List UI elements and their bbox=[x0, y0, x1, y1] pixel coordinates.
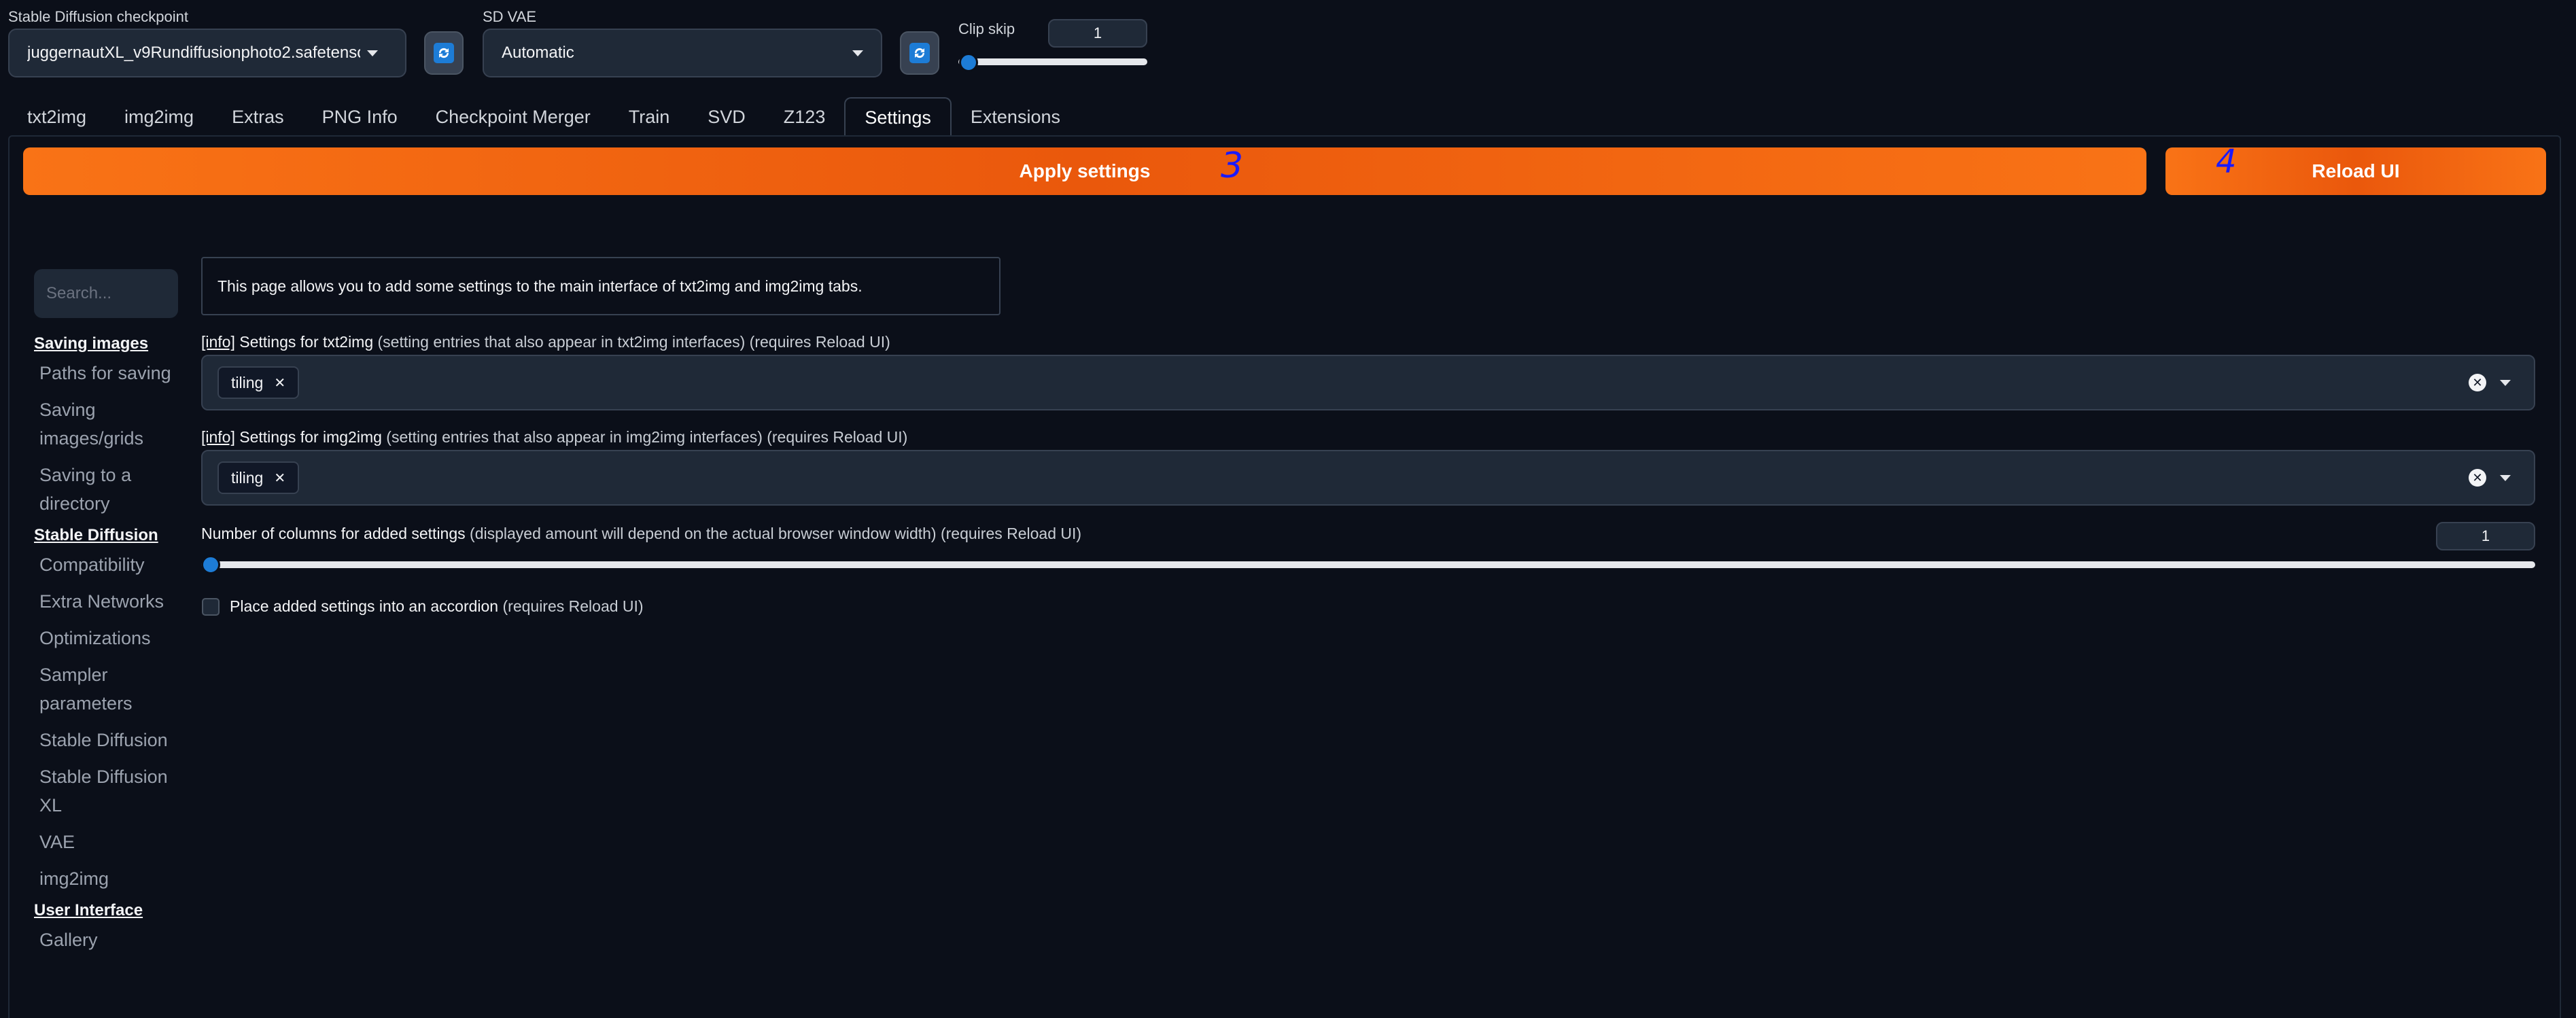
chevron-down-icon[interactable] bbox=[2500, 379, 2511, 386]
info-link[interactable]: [info] bbox=[201, 428, 235, 446]
tab-extensions[interactable]: Extensions bbox=[952, 97, 1079, 137]
columns-slider-track[interactable] bbox=[201, 561, 2535, 568]
txt2img-label-text: Settings for txt2img bbox=[239, 333, 374, 351]
chevron-down-icon bbox=[852, 50, 863, 56]
tab-z123[interactable]: Z123 bbox=[765, 97, 845, 137]
img2img-label-text: Settings for img2img bbox=[239, 428, 382, 446]
accordion-setting-label: Place added settings into an accordion (… bbox=[230, 597, 644, 616]
sidebar-item-compatibility[interactable]: Compatibility bbox=[34, 550, 184, 579]
sidebar-item-sampler-parameters[interactable]: Sampler parameters bbox=[34, 661, 184, 718]
vae-label: SD VAE bbox=[483, 8, 537, 25]
tab-extras[interactable]: Extras bbox=[213, 97, 303, 137]
settings-search-input[interactable]: Search... bbox=[34, 269, 178, 318]
clip-skip-slider-track[interactable] bbox=[958, 58, 1147, 65]
sidebar-section-user-interface[interactable]: User Interface bbox=[34, 901, 184, 920]
tab-svd[interactable]: SVD bbox=[689, 97, 765, 137]
sidebar-item-img2img[interactable]: img2img bbox=[34, 864, 184, 893]
accordion-checkbox[interactable] bbox=[202, 598, 220, 616]
remove-chip-icon[interactable]: ✕ bbox=[274, 374, 285, 391]
accordion-hint: (requires Reload UI) bbox=[502, 597, 644, 615]
columns-label-text: Number of columns for added settings bbox=[201, 525, 466, 542]
sidebar-item-stable-diffusion[interactable]: Stable Diffusion bbox=[34, 726, 184, 754]
img2img-settings-label: [info] Settings for img2img (setting ent… bbox=[201, 428, 907, 446]
sidebar-item-saving-to-a-directory[interactable]: Saving to a directory bbox=[34, 461, 184, 518]
settings-info-box: This page allows you to add some setting… bbox=[201, 257, 1000, 315]
txt2img-settings-multiselect[interactable]: tiling ✕ ✕ bbox=[201, 355, 2535, 410]
tab-settings[interactable]: Settings bbox=[844, 97, 952, 137]
accordion-label-text: Place added settings into an accordion bbox=[230, 597, 499, 615]
clip-skip-label: Clip skip bbox=[958, 20, 1015, 37]
sidebar-item-saving-images-grids[interactable]: Saving images/grids bbox=[34, 396, 184, 453]
tab-train[interactable]: Train bbox=[610, 97, 689, 137]
tab-bar: txt2img img2img Extras PNG Info Checkpoint M… bbox=[8, 97, 1079, 137]
txt2img-hint: (setting entries that also appear in txt… bbox=[377, 333, 890, 351]
settings-sidebar: Saving images Paths for saving Saving imag… bbox=[34, 334, 184, 962]
vae-value: Automatic bbox=[502, 43, 574, 62]
chip-label: tiling bbox=[231, 468, 264, 487]
remove-chip-icon[interactable]: ✕ bbox=[274, 470, 285, 487]
chevron-down-icon bbox=[367, 50, 378, 56]
chip-label: tiling bbox=[231, 373, 264, 391]
refresh-icon bbox=[909, 43, 930, 63]
tab-img2img[interactable]: img2img bbox=[105, 97, 213, 137]
clear-icon[interactable]: ✕ bbox=[2469, 374, 2486, 391]
checkpoint-label: Stable Diffusion checkpoint bbox=[8, 8, 188, 25]
apply-settings-button[interactable]: Apply settings bbox=[23, 147, 2146, 195]
columns-slider-thumb[interactable] bbox=[201, 555, 220, 574]
clip-skip-input[interactable]: 1 bbox=[1048, 19, 1147, 48]
info-link[interactable]: [info] bbox=[201, 333, 235, 351]
img2img-hint: (setting entries that also appear in img… bbox=[386, 428, 908, 446]
tab-txt2img[interactable]: txt2img bbox=[8, 97, 105, 137]
chevron-down-icon[interactable] bbox=[2500, 474, 2511, 481]
tab-checkpoint-merger[interactable]: Checkpoint Merger bbox=[417, 97, 610, 137]
tab-png-info[interactable]: PNG Info bbox=[303, 97, 417, 137]
refresh-vae-button[interactable] bbox=[900, 31, 939, 75]
clip-skip-slider-thumb[interactable] bbox=[959, 53, 978, 72]
chip-tiling: tiling ✕ bbox=[217, 366, 300, 399]
sidebar-section-stable-diffusion[interactable]: Stable Diffusion bbox=[34, 526, 184, 545]
sidebar-item-extra-networks[interactable]: Extra Networks bbox=[34, 587, 184, 616]
clear-icon[interactable]: ✕ bbox=[2469, 469, 2486, 487]
columns-hint: (displayed amount will depend on the act… bbox=[470, 525, 1082, 542]
sidebar-section-saving-images[interactable]: Saving images bbox=[34, 334, 184, 353]
sidebar-item-vae[interactable]: VAE bbox=[34, 828, 184, 856]
annotation-4: 4 bbox=[2216, 143, 2237, 181]
annotation-3: 3 bbox=[1221, 145, 1244, 186]
checkpoint-value: juggernautXL_v9Rundiffusionphoto2.safete… bbox=[27, 43, 360, 62]
sidebar-item-paths-for-saving[interactable]: Paths for saving bbox=[34, 359, 184, 387]
columns-number-input[interactable]: 1 bbox=[2436, 522, 2535, 550]
refresh-icon bbox=[434, 43, 454, 63]
vae-dropdown[interactable]: Automatic bbox=[483, 29, 882, 77]
txt2img-settings-label: [info] Settings for txt2img (setting ent… bbox=[201, 333, 890, 351]
img2img-settings-multiselect[interactable]: tiling ✕ ✕ bbox=[201, 450, 2535, 506]
refresh-checkpoint-button[interactable] bbox=[424, 31, 464, 75]
sidebar-item-gallery[interactable]: Gallery bbox=[34, 926, 184, 954]
sidebar-item-optimizations[interactable]: Optimizations bbox=[34, 624, 184, 652]
columns-setting-label: Number of columns for added settings (di… bbox=[201, 525, 1081, 543]
chip-tiling: tiling ✕ bbox=[217, 461, 300, 494]
checkpoint-dropdown[interactable]: juggernautXL_v9Rundiffusionphoto2.safete… bbox=[8, 29, 406, 77]
sidebar-item-stable-diffusion-xl[interactable]: Stable Diffusion XL bbox=[34, 762, 184, 820]
